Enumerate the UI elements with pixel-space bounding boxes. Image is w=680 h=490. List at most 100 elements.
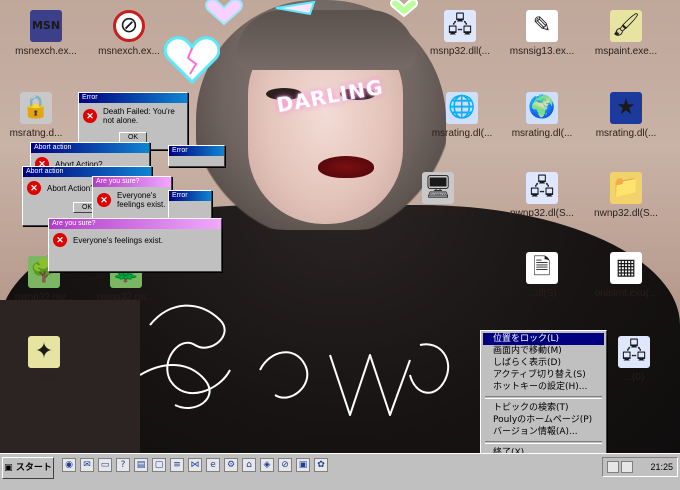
folder-icon[interactable]: ▤ [134,458,148,472]
context-menu[interactable]: 位置をロック(L) 画面内で移動(M) しばらく表示(D) アクティブ切り替え(… [480,330,607,470]
desktop-icon-dl-a[interactable]: 🗎 ...dl(S) [500,252,584,299]
lock-icon: 🔒 [20,92,52,124]
network-icon: 🖧 [444,10,476,42]
menu-item-move-on-screen[interactable]: 画面内で移動(M) [483,345,604,357]
dialog-title: Are you sure? [49,219,221,229]
desktop-icon-msrating-b[interactable]: 🌍 msrating.dl(... [500,92,584,139]
icon-label: ...(S) [33,372,55,383]
hoodie-scribble [140,304,450,416]
clock[interactable]: 21:25 [650,462,673,472]
home-icon[interactable]: ⌂ [242,458,256,472]
icon-label: msnsig13.ex... [509,46,575,57]
notepad-icon[interactable]: ≡ [170,458,184,472]
warning-dialog[interactable]: Are you sure? ✕ Everyone's feelings exist… [92,176,172,222]
start-button[interactable]: ▣ スタート [2,457,54,479]
globe-icon: 🌐 [446,92,478,124]
error-icon: ✕ [27,181,41,195]
icon-label: msrating.dl(... [431,128,493,139]
spreadsheet-icon: ▦ [610,252,642,284]
dialog-text: Everyone's feelings exist. [73,235,164,245]
desktop-icon-nwnp32-b[interactable]: 🖧 nwnp32.dl(S... [500,172,584,219]
dialog-text: Everyone's feelings exist. [117,191,166,209]
icon-label: msrating.dl(... [595,128,657,139]
prohibited-icon: ⊘ [113,10,145,42]
star-icon: ★ [610,92,642,124]
menu-item-show-for-a-while[interactable]: しばらく表示(D) [483,357,604,369]
network-icon[interactable]: ⋈ [188,458,202,472]
tool-icon[interactable]: ⚙ [224,458,238,472]
icon-label: ...nwnp32.dl(S... [401,208,475,219]
desktop-icon[interactable]: ▭ [98,458,112,472]
computer-icon: 🖥 [422,172,454,204]
help-icon[interactable]: ? [116,458,130,472]
dialog-title: Error [79,93,187,103]
desktop-icon-onistmt[interactable]: ▦ onistmt.exu(... [584,252,668,299]
quick-launch-toolbar: ◉ ✉ ▭ ? ▤ ▢ ≡ ⋈ e ⚙ ⌂ ◈ ⊘ ▣ ✿ [62,458,328,472]
menu-item-search-topics[interactable]: トピックの検索(T) [483,402,604,414]
warning-dialog[interactable]: Are you sure? ✕ Everyone's feelings exist… [48,218,222,272]
menu-item-lock-position[interactable]: 位置をロック(L) [483,333,604,345]
icon-label: nwnp32.nw... [96,292,156,303]
menu-separator [485,396,602,399]
paint-icon: 🖌 [610,10,642,42]
globe-star-icon: 🌍 [526,92,558,124]
desktop: MSN msnexch.ex... ⊘ msnexch.ex... 🖧 msnp… [0,0,680,490]
menu-item-version-info[interactable]: バージョン情報(A)... [483,426,604,438]
network-icon: 🖧 [526,172,558,204]
desktop-icon-msnexch-a[interactable]: MSN msnexch.ex... [4,10,88,57]
shield-icon[interactable]: ◈ [260,458,274,472]
taskbar: ▣ スタート ◉ ✉ ▭ ? ▤ ▢ ≡ ⋈ e ⚙ ⌂ ◈ ⊘ ▣ ✿ 21:… [0,453,680,490]
photo-lips [318,156,374,178]
display-icon[interactable]: ▣ [296,458,310,472]
icon-label: msratng.d... [9,128,63,139]
signature-icon: ✎ [526,10,558,42]
desktop-icon-nwnp32-c[interactable]: 📁 nwnp32.dl(S... [584,172,668,219]
desktop-icon-msrating-a[interactable]: 🌐 msrating.dl(... [420,92,504,139]
dialog-title: Are you sure? [93,177,171,187]
icon-label: nwnp32.dl(S... [594,208,658,219]
menu-item-homepage[interactable]: Poulyのホームページ(P) [483,414,604,426]
tray-volume-icon[interactable] [621,461,633,473]
stop-icon[interactable]: ⊘ [278,458,292,472]
desktop-icon-msrating-c[interactable]: ★ msrating.dl(... [584,92,668,139]
icon-label: mspaint.exe... [594,46,658,57]
error-icon: ✕ [53,233,67,247]
menu-item-toggle-active[interactable]: アクティブ切り替え(S) [483,369,604,381]
document-icon: 🗎 [526,252,558,284]
desktop-icon-msratng[interactable]: 🔒 msratng.d... [0,92,78,139]
globe-icon[interactable]: ◉ [62,458,76,472]
desktop-icon-msnsig13[interactable]: ✎ msnsig13.ex... [500,10,584,57]
desktop-icon-msnp32[interactable]: 🖧 msnp32.dll(... [418,10,502,57]
palette-icon[interactable]: ✿ [314,458,328,472]
network-icon: 🖧 [618,336,650,368]
menu-item-hotkey-settings[interactable]: ホットキーの設定(H)... [483,381,604,393]
error-icon: ✕ [83,109,97,123]
icon-label: nwnp32.dl(S... [510,208,574,219]
desktop-icon-dl-b[interactable]: ✦ ...(S) [2,336,86,383]
start-label: スタート [15,463,52,473]
heart-icon [390,0,418,18]
desktop-icon-msnexch-b[interactable]: ⊘ msnexch.ex... [87,10,171,57]
dialog-title: Error [169,191,211,201]
dialog-title: Abort action [31,143,149,153]
folder-icon: 📁 [610,172,642,204]
desktop-icon-nwnp32-a[interactable]: 🖥 ...nwnp32.dl(S... [396,172,480,219]
heart-icon [164,36,220,84]
msn-app-icon: MSN [30,10,62,42]
monitor-icon[interactable]: ▢ [152,458,166,472]
icon-label: msnexch.ex... [98,46,160,57]
outlook-icon[interactable]: ✉ [80,458,94,472]
desktop-icon-mspaint[interactable]: 🖌 mspaint.exe... [584,10,668,57]
tray-app-icon[interactable] [607,461,619,473]
paint-tools-icon: ✦ [28,336,60,368]
error-dialog[interactable]: Error [168,145,225,167]
icon-label: msnexch.ex... [15,46,77,57]
heart-icon [272,0,318,16]
heart-icon [204,0,244,26]
icon-label: nwnp32.nw... [14,292,74,303]
icon-label: onistmt.exu(... [594,288,658,299]
icon-label: ...dl(S) [527,288,557,299]
ie-icon[interactable]: e [206,458,220,472]
error-icon: ✕ [97,193,111,207]
menu-separator [485,441,602,444]
